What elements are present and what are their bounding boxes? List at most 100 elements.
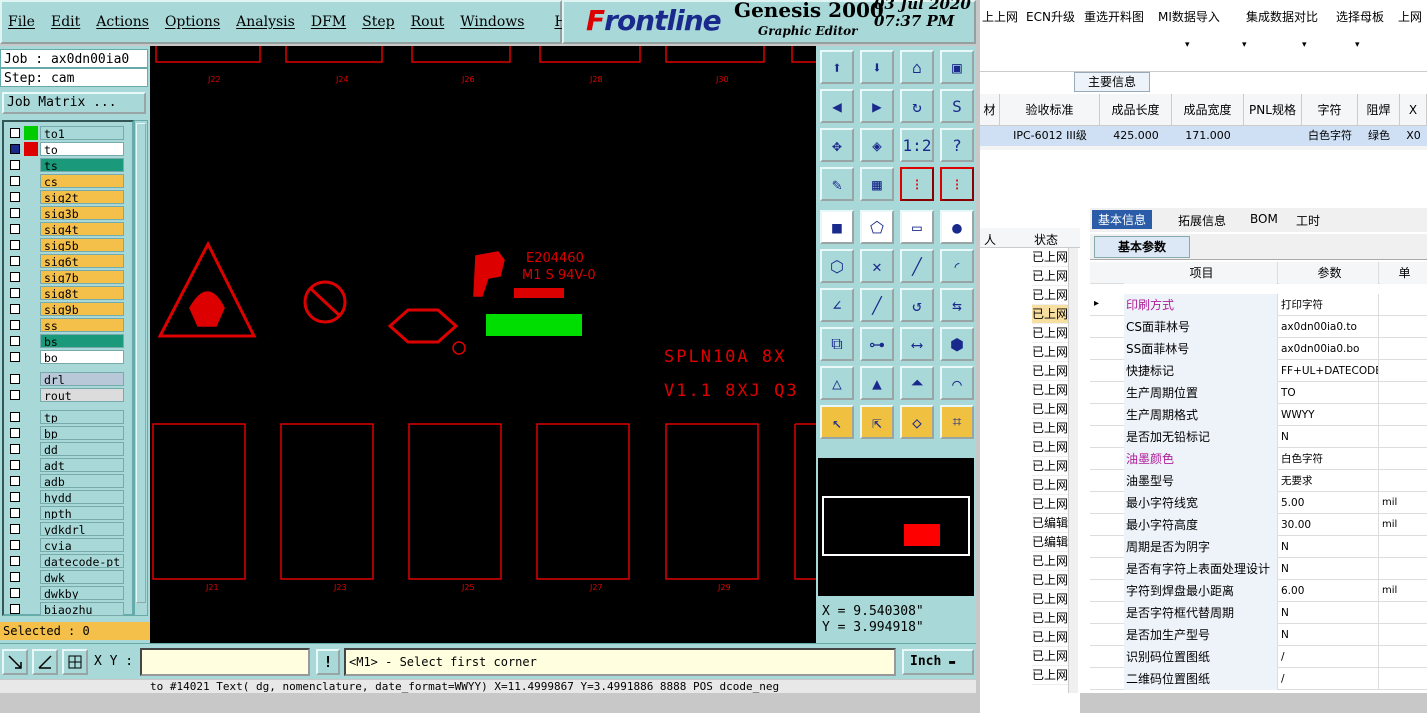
layer-checkbox[interactable] <box>10 444 20 454</box>
layer-row[interactable]: sig3b <box>6 206 124 220</box>
shape-icon[interactable]: ⬢ <box>940 327 974 361</box>
layer-row[interactable]: sig2t <box>6 190 124 204</box>
add-line-icon[interactable]: ╱ <box>900 249 934 283</box>
grid-snap-icon[interactable] <box>62 649 88 675</box>
layer-name[interactable]: bp <box>40 426 124 440</box>
layer-row[interactable]: sig8t <box>6 286 124 300</box>
layer-color-swatch[interactable] <box>24 602 38 616</box>
layer-color-swatch[interactable] <box>24 554 38 568</box>
triangle-icon[interactable]: △ <box>820 366 854 400</box>
layer-checkbox[interactable] <box>10 412 20 422</box>
grid-cell[interactable]: IPC-6012 III级 <box>1000 126 1100 146</box>
layer-color-swatch[interactable] <box>24 142 38 156</box>
layer-name[interactable]: sig9b <box>40 302 124 316</box>
connect-icon[interactable]: ⬡ <box>820 249 854 283</box>
param-value[interactable]: TO <box>1279 382 1379 404</box>
param-row[interactable]: 生产周期格式 WWYY <box>1090 404 1427 426</box>
status-cell[interactable]: 已上网 <box>1032 305 1068 324</box>
pen-icon[interactable]: ✎ <box>820 167 854 201</box>
layer-row[interactable]: adb <box>6 474 124 488</box>
scrollbar-thumb[interactable] <box>136 123 146 603</box>
layer-row[interactable]: rout <box>6 388 124 402</box>
line-draw-icon[interactable]: ╱ <box>860 288 894 322</box>
layer-name[interactable]: bs <box>40 334 124 348</box>
layer-name[interactable]: dwk <box>40 570 124 584</box>
layer-name[interactable]: adt <box>40 458 124 472</box>
xy-input[interactable] <box>140 648 310 676</box>
layer-name[interactable]: dd <box>40 442 124 456</box>
mirror-icon[interactable]: ⇆ <box>940 288 974 322</box>
layer-name[interactable]: ts <box>40 158 124 172</box>
move-down-icon[interactable]: ⬇ <box>860 50 894 84</box>
menu-file[interactable]: File <box>8 14 35 30</box>
tab-basic-params[interactable]: 基本参数 <box>1094 236 1190 258</box>
layer-color-swatch[interactable] <box>24 206 38 220</box>
status-cell[interactable]: 已上网 <box>1032 400 1068 419</box>
cross-icon[interactable]: ✕ <box>860 249 894 283</box>
layer-row[interactable]: drl <box>6 372 124 386</box>
menu-actions[interactable]: Actions <box>96 14 149 30</box>
layer-row[interactable]: bo <box>6 350 124 364</box>
layer-checkbox[interactable] <box>10 524 20 534</box>
layer-name[interactable]: to1 <box>40 126 124 140</box>
layer-color-swatch[interactable] <box>24 586 38 600</box>
circle-pad-icon[interactable]: ● <box>940 210 974 244</box>
job-matrix-button[interactable]: Job Matrix ... <box>2 92 146 114</box>
param-row[interactable]: ▸ 印刷方式 打印字符 <box>1090 294 1427 316</box>
layer-checkbox[interactable] <box>10 508 20 518</box>
layer-color-swatch[interactable] <box>24 318 38 332</box>
status-cell[interactable]: 已编辑 <box>1032 533 1068 552</box>
grid-header[interactable]: 材 <box>980 94 1000 126</box>
grid-cell[interactable] <box>980 126 1000 146</box>
layer-row[interactable]: to1 <box>6 126 124 140</box>
layer-color-swatch[interactable] <box>24 570 38 584</box>
grid-header[interactable]: 成品长度 <box>1100 94 1172 126</box>
layer-checkbox[interactable] <box>10 428 20 438</box>
layer-checkbox[interactable] <box>10 128 20 138</box>
ratio-icon[interactable]: 1:2 <box>900 128 934 162</box>
grid-header[interactable]: PNL规格 <box>1244 94 1302 126</box>
layer-row[interactable]: sig9b <box>6 302 124 316</box>
home-icon[interactable]: ⌂ <box>900 50 934 84</box>
status-cell[interactable]: 已上网 <box>1032 590 1068 609</box>
layer-checkbox[interactable] <box>10 240 20 250</box>
menu-analysis[interactable]: Analysis <box>236 14 295 30</box>
angle-icon[interactable]: ∠ <box>820 288 854 322</box>
param-value[interactable]: N <box>1279 536 1379 558</box>
rotate-icon[interactable]: ↺ <box>900 288 934 322</box>
layer-color-swatch[interactable] <box>24 490 38 504</box>
layer-color-swatch[interactable] <box>24 174 38 188</box>
layer-row[interactable]: sig5b <box>6 238 124 252</box>
status-cell[interactable]: 已上网 <box>1032 609 1068 628</box>
toolbar-button[interactable]: 选择母板 <box>1336 8 1384 25</box>
grid-cell[interactable]: 绿色 <box>1358 126 1400 146</box>
grid-header[interactable]: 验收标准 <box>1000 94 1100 126</box>
zoom-area-icon[interactable] <box>2 649 28 675</box>
layer-row[interactable]: dwk <box>6 570 124 584</box>
layer-checkbox[interactable] <box>10 192 20 202</box>
layer-color-swatch[interactable] <box>24 474 38 488</box>
layer-row[interactable]: biaozhu <box>6 602 124 616</box>
add-arc-icon[interactable]: ◜ <box>940 249 974 283</box>
bridge-icon[interactable]: ⌒ <box>940 366 974 400</box>
layer-row[interactable]: dwkby <box>6 586 124 600</box>
measure-icon[interactable] <box>32 649 58 675</box>
layer-row[interactable]: adt <box>6 458 124 472</box>
layer-color-swatch[interactable] <box>24 334 38 348</box>
layer-checkbox[interactable] <box>10 390 20 400</box>
param-row[interactable]: 最小字符高度 30.00 mil <box>1090 514 1427 536</box>
param-value[interactable]: 无要求 <box>1279 470 1379 492</box>
layer-checkbox[interactable] <box>10 540 20 550</box>
status-cell[interactable]: 已上网 <box>1032 381 1068 400</box>
layer-scrollbar[interactable] <box>134 120 148 616</box>
arrow-fill-icon[interactable]: ⏶ <box>900 366 934 400</box>
layer-row[interactable]: dd <box>6 442 124 456</box>
layer-checkbox[interactable] <box>10 604 20 614</box>
param-value[interactable]: / <box>1279 646 1379 668</box>
status-cell[interactable]: 已上网 <box>1032 571 1068 590</box>
layer-color-swatch[interactable] <box>24 126 38 140</box>
status-cell[interactable]: 已上网 <box>1032 362 1068 381</box>
layer-color-swatch[interactable] <box>24 388 38 402</box>
layer-name[interactable]: to <box>40 142 124 156</box>
dropdown-arrow-icon[interactable]: ▾ <box>1302 40 1307 50</box>
